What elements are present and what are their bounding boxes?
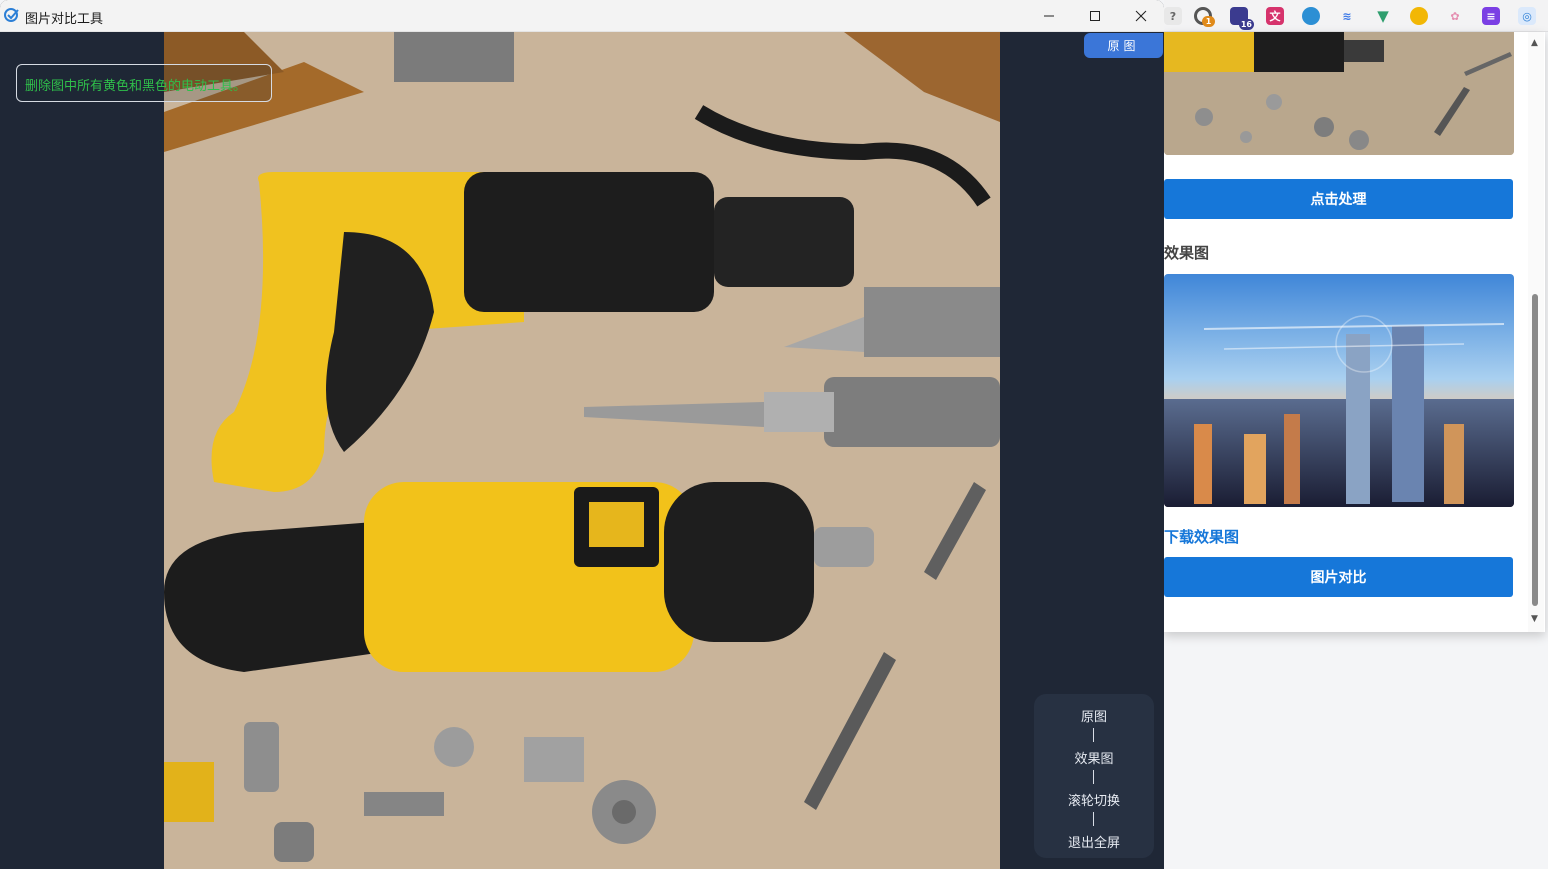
bee-extension-icon[interactable] bbox=[1410, 7, 1428, 25]
maximize-icon bbox=[1090, 11, 1100, 21]
control-separator bbox=[1093, 770, 1094, 784]
image-compare-extension-icon[interactable]: ◎ bbox=[1518, 7, 1536, 25]
show-effect-button[interactable]: 效果图 bbox=[1034, 748, 1154, 767]
notebook-extension-icon[interactable]: ≡ bbox=[1482, 7, 1500, 25]
close-button[interactable] bbox=[1118, 0, 1164, 32]
view-control-panel: 原图 效果图 滚轮切换 退出全屏 bbox=[1034, 694, 1154, 858]
scroll-down-icon[interactable]: ▼ bbox=[1531, 614, 1538, 624]
extension-popup: 点击处理 效果图 下载效果图 图片对比 bbox=[1164, 32, 1545, 632]
process-button[interactable]: 点击处理 bbox=[1164, 179, 1513, 219]
control-separator bbox=[1093, 812, 1094, 826]
vue-extension-icon[interactable]: ▼ bbox=[1374, 7, 1392, 25]
effect-image-label: 效果图 bbox=[1164, 244, 1210, 262]
minimize-button[interactable] bbox=[1026, 0, 1072, 32]
control-separator bbox=[1093, 728, 1094, 742]
scroll-thumb[interactable] bbox=[1532, 294, 1538, 606]
window-title: 图片对比工具 bbox=[25, 12, 104, 27]
translate-extension-icon[interactable]: 文 bbox=[1266, 7, 1284, 25]
current-view-badge: 原图 bbox=[1084, 33, 1163, 58]
flower-extension-icon[interactable]: ✿ bbox=[1446, 7, 1464, 25]
compare-button[interactable]: 图片对比 bbox=[1164, 557, 1513, 597]
exit-fullscreen-button[interactable]: 退出全屏 bbox=[1034, 832, 1154, 851]
title-bar: 图片对比工具 bbox=[0, 0, 1164, 32]
partial-extension-icon[interactable]: ? bbox=[1164, 7, 1182, 25]
prompt-text-box: 删除图中所有黄色和黑色的电动工具。 bbox=[16, 64, 272, 102]
graduation-cap-extension-icon[interactable]: 16 bbox=[1230, 7, 1254, 30]
popup-scrollbar[interactable]: ▲ ▼ bbox=[1528, 32, 1544, 632]
main-comparison-image[interactable] bbox=[164, 32, 1000, 869]
circle-extension-icon[interactable]: 1 bbox=[1194, 7, 1215, 27]
download-effect-link[interactable]: 下载效果图 bbox=[1164, 526, 1239, 547]
original-image-thumbnail bbox=[1164, 32, 1514, 155]
browser-extension-bar: ? 1 16 文 ≋ ▼ ✿ ≡ ◎ bbox=[1164, 0, 1548, 32]
maximize-button[interactable] bbox=[1072, 0, 1118, 32]
layers-extension-icon[interactable]: ≋ bbox=[1338, 7, 1356, 25]
scroll-up-icon[interactable]: ▲ bbox=[1531, 38, 1538, 48]
extension-badge: 1 bbox=[1202, 16, 1215, 27]
effect-image-thumbnail bbox=[1164, 274, 1514, 507]
scroll-switch-button[interactable]: 滚轮切换 bbox=[1034, 790, 1154, 809]
close-icon bbox=[1135, 10, 1147, 22]
shield-extension-icon[interactable] bbox=[1302, 7, 1320, 25]
show-original-button[interactable]: 原图 bbox=[1034, 706, 1154, 725]
minimize-icon bbox=[1044, 15, 1054, 17]
app-logo-icon bbox=[4, 8, 19, 22]
image-compare-window: 图片对比工具 删除图中所有黄色和黑色的电动工具。 原图 原图 效果图 滚轮切换 … bbox=[0, 0, 1164, 869]
extension-badge: 16 bbox=[1238, 19, 1254, 30]
